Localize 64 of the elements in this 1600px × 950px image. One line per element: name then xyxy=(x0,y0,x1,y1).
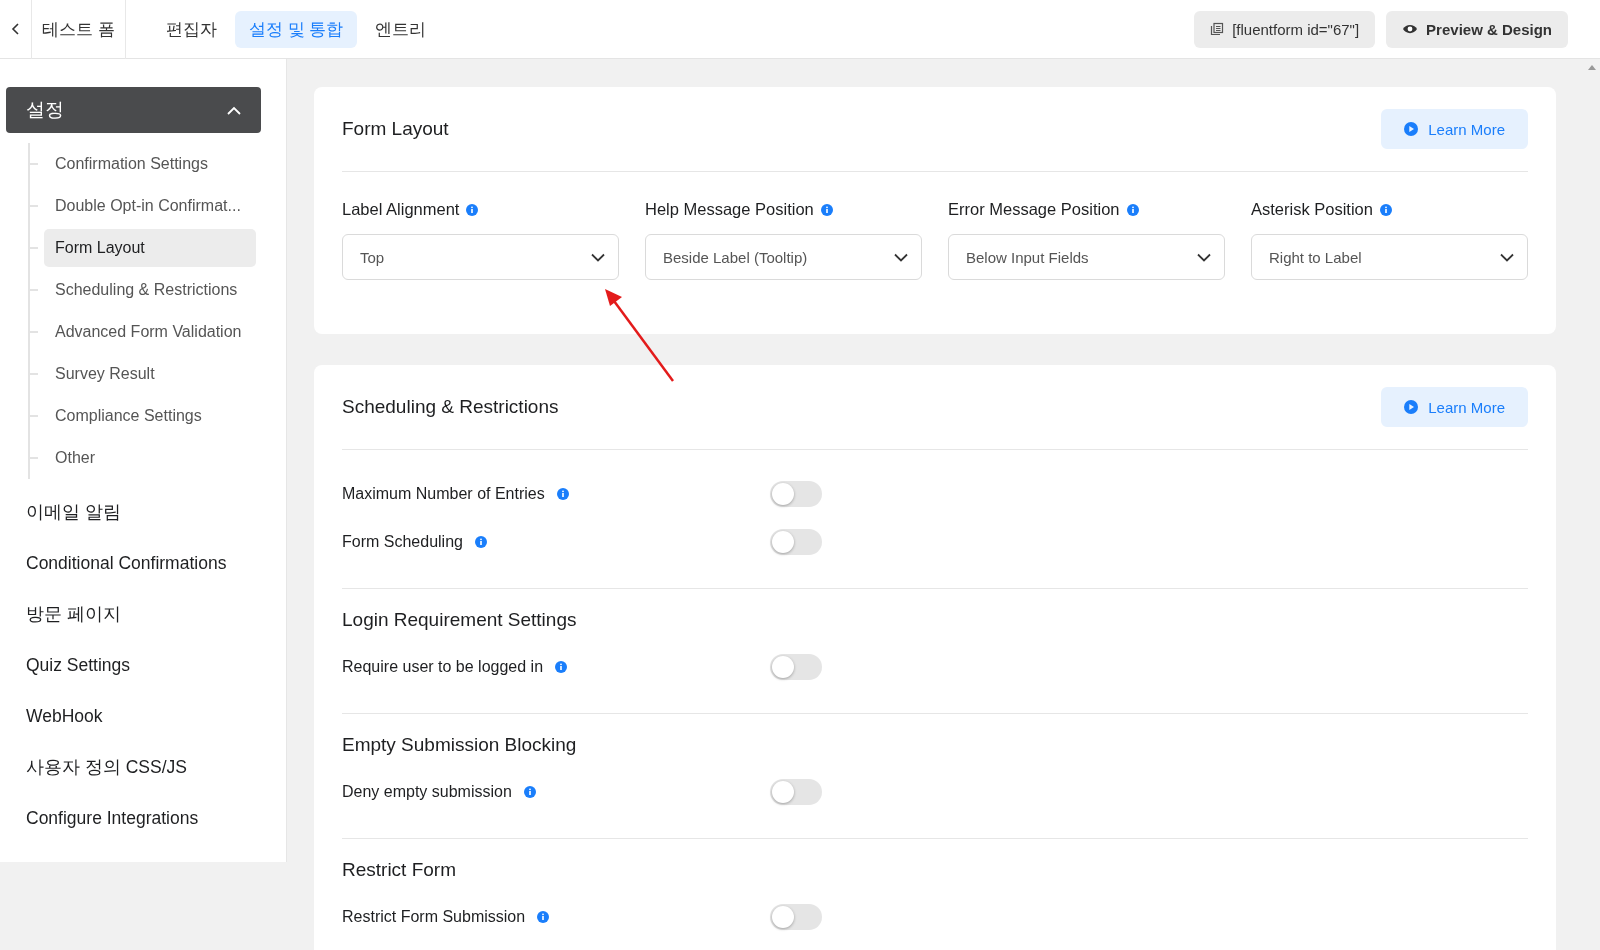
setting-label: Deny empty submission xyxy=(342,783,512,801)
field-label: Label Alignment xyxy=(342,200,460,219)
info-icon[interactable] xyxy=(820,203,833,216)
copy-icon xyxy=(1210,22,1225,36)
eye-icon xyxy=(1402,23,1419,35)
field-label: Help Message Position xyxy=(645,200,814,219)
toggle-switch[interactable] xyxy=(770,779,822,805)
info-icon[interactable] xyxy=(556,488,569,500)
setting-label: Restrict Form Submission xyxy=(342,908,526,926)
play-icon xyxy=(1404,122,1419,136)
chevron-left-icon xyxy=(10,22,21,36)
sidebar-subitem[interactable]: Advanced Form Validation xyxy=(44,313,256,351)
sidebar-item[interactable]: WebHook xyxy=(6,691,280,742)
sidebar-item[interactable]: Conditional Confirmations xyxy=(6,538,280,589)
info-icon[interactable] xyxy=(466,203,479,216)
chevron-down-icon xyxy=(591,252,605,262)
form-title: 테스트 폼 xyxy=(32,0,126,59)
sidebar-item[interactable]: 방문 페이지 xyxy=(6,589,280,640)
subsection-heading: Restrict Form xyxy=(342,859,457,881)
field-label: Asterisk Position xyxy=(1251,200,1373,219)
sidebar-item[interactable]: Quiz Settings xyxy=(6,640,280,691)
dropdown-field[interactable]: Below Input Fields xyxy=(948,234,1225,280)
toggle-switch[interactable] xyxy=(770,904,822,930)
scroll-up-icon[interactable] xyxy=(1588,65,1596,70)
chevron-down-icon xyxy=(1197,252,1211,262)
info-icon[interactable] xyxy=(523,786,536,798)
field-label: Error Message Position xyxy=(948,200,1120,219)
sidebar-subitem[interactable]: Confirmation Settings xyxy=(44,145,256,183)
info-icon[interactable] xyxy=(474,536,487,548)
dropdown-field[interactable]: Right to Label xyxy=(1251,234,1528,280)
sidebar-item[interactable]: Configure Integrations xyxy=(6,793,280,844)
dropdown-field[interactable]: Beside Label (Tooltip) xyxy=(645,234,922,280)
sidebar-subitem[interactable]: Compliance Settings xyxy=(44,397,256,435)
toggle-switch[interactable] xyxy=(770,481,822,507)
toggle-switch[interactable] xyxy=(770,654,822,680)
play-icon xyxy=(1404,400,1419,414)
sidebar-item[interactable]: 이메일 알림 xyxy=(6,487,280,538)
chevron-up-icon xyxy=(227,105,241,115)
nav-tab[interactable]: 편집자 xyxy=(152,10,231,48)
shortcode-button[interactable]: [fluentform id="67"] xyxy=(1194,10,1376,48)
sidebar-subitem[interactable]: Survey Result xyxy=(44,355,256,393)
toggle-switch[interactable] xyxy=(770,529,822,555)
setting-label: Maximum Number of Entries xyxy=(342,485,545,503)
sidebar-subitem[interactable]: Other xyxy=(44,439,256,477)
setting-label: Require user to be logged in xyxy=(342,658,544,676)
section-title: Scheduling & Restrictions xyxy=(342,396,559,418)
settings-group-header[interactable]: 설정 xyxy=(6,87,261,133)
info-icon[interactable] xyxy=(537,911,550,923)
info-icon[interactable] xyxy=(1126,203,1139,216)
preview-design-button[interactable]: Preview & Design xyxy=(1386,10,1568,48)
sidebar-subitem[interactable]: Scheduling & Restrictions xyxy=(44,271,256,309)
setting-label: Form Scheduling xyxy=(342,533,463,551)
info-icon[interactable] xyxy=(555,661,568,673)
sidebar-subitem[interactable]: Form Layout xyxy=(44,229,256,267)
nav-tab[interactable]: 엔트리 xyxy=(361,10,441,48)
chevron-down-icon xyxy=(894,252,908,262)
subsection-heading: Login Requirement Settings xyxy=(342,609,578,631)
subsection-heading: Empty Submission Blocking xyxy=(342,734,578,756)
info-icon[interactable] xyxy=(1379,203,1392,216)
dropdown-field[interactable]: Top xyxy=(342,234,619,280)
chevron-down-icon xyxy=(1500,252,1514,262)
section-title: Form Layout xyxy=(342,118,449,140)
sidebar-subitem[interactable]: Double Opt-in Confirmat... xyxy=(44,187,256,225)
sidebar-item[interactable]: 사용자 정의 CSS/JS xyxy=(6,742,280,793)
